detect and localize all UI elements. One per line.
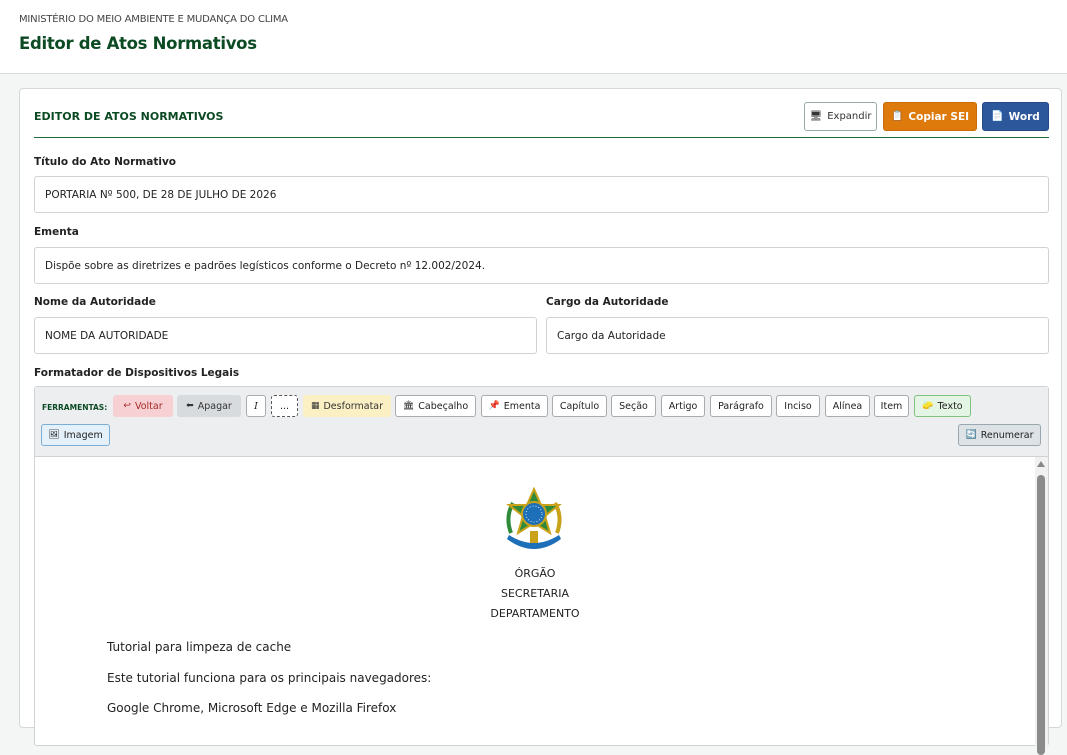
- top-header: MINISTÉRIO DO MEIO AMBIENTE E MUDANÇA DO…: [0, 0, 1067, 74]
- ementa-input[interactable]: Dispõe sobre as diretrizes e padrões leg…: [34, 247, 1049, 284]
- orgao-line: ÓRGÃO: [514, 567, 556, 580]
- header-button-label: Cabeçalho: [418, 400, 469, 412]
- monitor-icon: 🖥: [809, 110, 823, 122]
- backspace-icon: ⬅: [186, 401, 194, 411]
- article-button[interactable]: Artigo: [661, 395, 705, 417]
- formatador-label: Formatador de Dispositivos Legais: [34, 367, 240, 379]
- ementa-button-label: Ementa: [503, 400, 541, 412]
- copy-sei-button-label: Copiar SEI: [908, 110, 970, 123]
- scroll-up-icon[interactable]: [1037, 461, 1045, 467]
- clipboard-icon: 📋: [890, 110, 904, 122]
- alinea-button[interactable]: Alínea: [825, 395, 870, 417]
- italic-button[interactable]: I: [246, 395, 266, 417]
- brazil-coat-of-arms-icon: [506, 487, 562, 549]
- word-button-label: Word: [1008, 110, 1040, 123]
- inciso-button[interactable]: Inciso: [776, 395, 820, 417]
- image-button[interactable]: 🖼 Imagem: [41, 424, 110, 446]
- cargo-input[interactable]: Cargo da Autoridade: [546, 317, 1049, 354]
- document-paragraph: Este tutorial funciona para os principai…: [107, 671, 432, 685]
- header-divider: [34, 137, 1049, 138]
- text-button-label: Texto: [937, 400, 963, 412]
- undo-icon: ↩: [123, 401, 131, 411]
- formatter-toolbar: FERRAMENTAS: ↩ Voltar ⬅ Apagar I ... ▦ D…: [35, 387, 1048, 457]
- legal-formatter-editor: FERRAMENTAS: ↩ Voltar ⬅ Apagar I ... ▦ D…: [34, 386, 1049, 755]
- image-button-label: Imagem: [63, 429, 103, 441]
- picture-icon: 🖼: [48, 430, 60, 440]
- ementa-label: Ementa: [34, 226, 79, 238]
- titulo-input[interactable]: PORTARIA Nº 500, DE 28 DE JULHO DE 2026: [34, 176, 1049, 213]
- page-title: Editor de Atos Normativos: [19, 34, 257, 53]
- paragraph-button[interactable]: Parágrafo: [710, 395, 772, 417]
- document-scrollbar[interactable]: [1035, 457, 1048, 755]
- header-button[interactable]: 🏛 Cabeçalho: [395, 395, 476, 417]
- document-icon: 📄: [991, 110, 1004, 122]
- grid-icon: ▦: [310, 401, 320, 411]
- ministry-name: MINISTÉRIO DO MEIO AMBIENTE E MUDANÇA DO…: [19, 14, 288, 25]
- ementa-button[interactable]: 📌 Ementa: [481, 395, 548, 417]
- copy-sei-button[interactable]: 📋 Copiar SEI: [883, 102, 977, 131]
- eraser-icon: 🧽: [922, 401, 934, 411]
- clear-format-button[interactable]: ▦ Desformatar: [303, 395, 391, 417]
- chapter-button[interactable]: Capítulo: [552, 395, 607, 417]
- item-button[interactable]: Item: [874, 395, 909, 417]
- pin-icon: 📌: [488, 401, 500, 411]
- document-area[interactable]: ÓRGÃO SECRETARIA DEPARTAMENTO Tutorial p…: [35, 457, 1035, 747]
- document-paragraph: Tutorial para limpeza de cache: [107, 640, 292, 654]
- toolbar-label: FERRAMENTAS:: [42, 403, 108, 412]
- delete-button-label: Apagar: [197, 400, 232, 412]
- expand-button[interactable]: 🖥 Expandir: [804, 102, 877, 131]
- building-icon: 🏛: [402, 401, 415, 411]
- word-button[interactable]: 📄 Word: [982, 102, 1049, 131]
- section-button[interactable]: Seção: [611, 395, 656, 417]
- ellipsis-button[interactable]: ...: [271, 395, 298, 417]
- document-paragraph: Google Chrome, Microsoft Edge e Mozilla …: [107, 701, 397, 715]
- titulo-label: Título do Ato Normativo: [34, 156, 177, 168]
- autoridade-label: Nome da Autoridade: [34, 296, 156, 308]
- delete-button[interactable]: ⬅ Apagar: [177, 395, 241, 417]
- expand-button-label: Expandir: [827, 111, 872, 122]
- refresh-icon: 🔄: [965, 430, 977, 440]
- clear-format-button-label: Desformatar: [323, 400, 384, 412]
- renumber-button-label: Renumerar: [980, 429, 1034, 441]
- secretaria-line: SECRETARIA: [500, 587, 569, 600]
- text-button[interactable]: 🧽 Texto: [914, 395, 971, 417]
- editor-card: EDITOR DE ATOS NORMATIVOS 🖥 Expandir 📋 C…: [19, 88, 1062, 755]
- autoridade-input[interactable]: NOME DA AUTORIDADE: [34, 317, 537, 354]
- cargo-label: Cargo da Autoridade: [546, 296, 669, 308]
- scroll-thumb[interactable]: [1037, 475, 1045, 755]
- undo-button-label: Voltar: [134, 400, 163, 412]
- renumber-button[interactable]: 🔄 Renumerar: [958, 424, 1041, 446]
- departamento-line: DEPARTAMENTO: [490, 607, 580, 620]
- card-title: EDITOR DE ATOS NORMATIVOS: [34, 110, 224, 123]
- undo-button[interactable]: ↩ Voltar: [113, 395, 173, 417]
